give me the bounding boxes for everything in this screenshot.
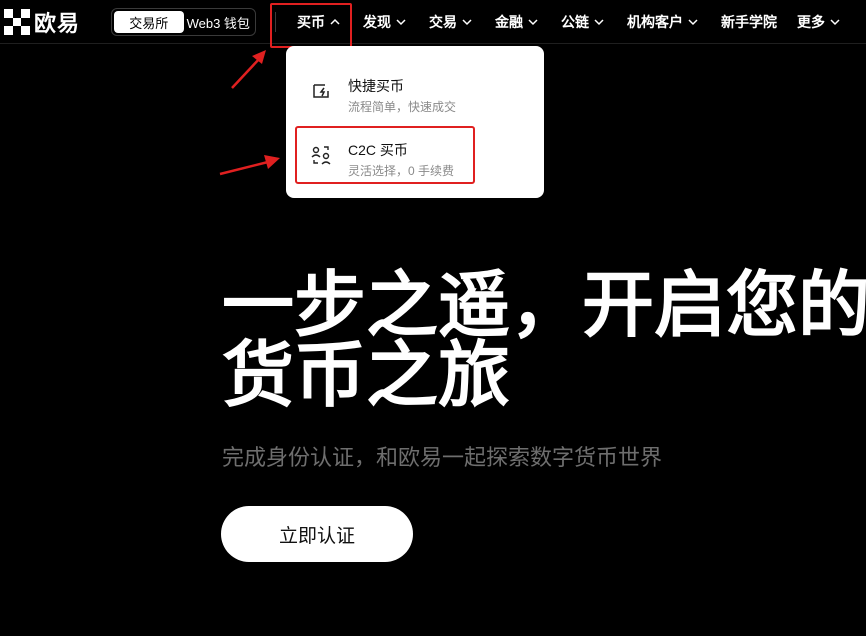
mode-switch: 交易所 Web3 钱包 — [111, 8, 256, 36]
annotation-arrow-icon — [231, 50, 266, 89]
nav-item-label: 新手学院 — [721, 14, 777, 30]
web3-wallet-mode-button[interactable]: Web3 钱包 — [184, 11, 254, 33]
nav-item-trade[interactable]: 交易 — [429, 0, 473, 44]
chevron-down-icon — [528, 19, 538, 26]
nav-item-institutional[interactable]: 机构客户 — [627, 0, 699, 44]
hero-title: 一步之遥，开启您的 货币之旅 — [222, 263, 866, 417]
nav-item-label: 机构客户 — [627, 14, 683, 30]
dropdown-item-quick-buy[interactable]: 快捷买币 流程简单，快速成交 — [286, 62, 544, 124]
hero-title-line: 一步之遥，开启您的 — [222, 263, 866, 347]
hero-subtitle: 完成身份认证，和欧易一起探索数字货币世界 — [222, 445, 663, 470]
chevron-down-icon — [830, 19, 840, 26]
lightning-card-icon — [313, 84, 329, 98]
hero-title-line: 货币之旅 — [222, 333, 511, 417]
nav-item-academy[interactable]: 新手学院 — [721, 0, 777, 44]
dropdown-item-title: 快捷买币 — [348, 78, 404, 94]
chevron-down-icon — [462, 19, 472, 26]
nav-item-more[interactable]: 更多 — [797, 0, 841, 44]
chevron-down-icon — [396, 19, 406, 26]
brand-logo[interactable]: 欧易 — [4, 9, 81, 36]
brand-name: 欧易 — [34, 11, 81, 36]
chevron-down-icon — [594, 19, 604, 26]
nav-item-label: 交易 — [429, 14, 457, 30]
chevron-down-icon — [688, 19, 698, 26]
top-navbar: 欧易 交易所 Web3 钱包 买币 发现 交易 金融 公链 机构客户 新手学院 … — [0, 0, 866, 44]
nav-item-finance[interactable]: 金融 — [495, 0, 539, 44]
okx-logo-icon — [4, 9, 30, 35]
nav-item-public-chain[interactable]: 公链 — [561, 0, 605, 44]
annotation-highlight-c2c — [295, 126, 475, 184]
nav-item-label: 金融 — [495, 14, 523, 30]
nav-item-discover[interactable]: 发现 — [363, 0, 407, 44]
verify-now-button[interactable]: 立即认证 — [221, 506, 413, 562]
exchange-mode-button[interactable]: 交易所 — [114, 11, 184, 33]
annotation-arrow-icon — [219, 155, 280, 176]
nav-item-label: 发现 — [363, 14, 391, 30]
annotation-highlight-buy-crypto — [270, 3, 352, 48]
nav-item-label: 公链 — [561, 14, 589, 30]
dropdown-item-subtitle: 流程简单，快速成交 — [348, 100, 457, 114]
nav-item-label: 更多 — [797, 14, 825, 30]
